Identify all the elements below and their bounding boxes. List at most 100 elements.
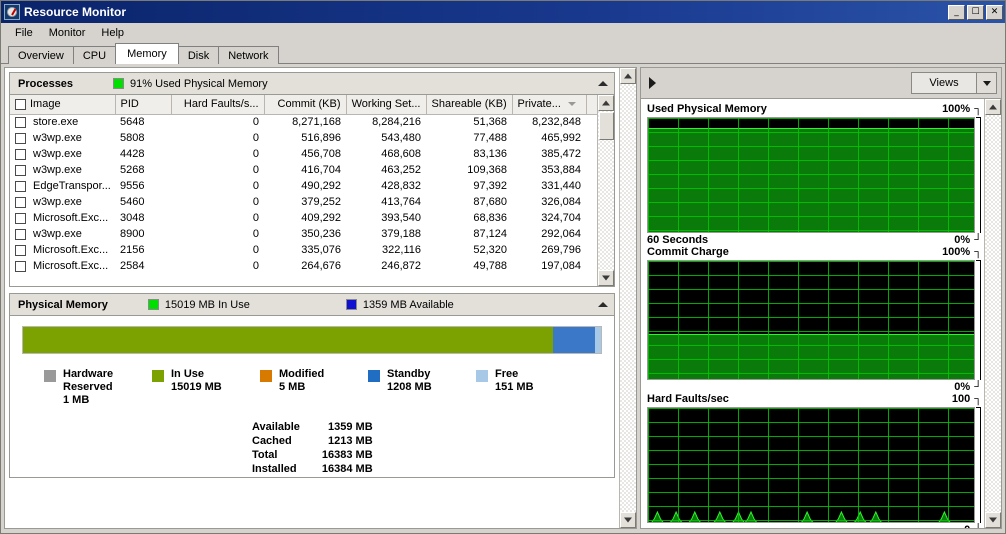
chevron-down-icon[interactable] xyxy=(976,73,996,93)
graph-title: Used Physical Memory xyxy=(647,103,767,115)
row-checkbox[interactable] xyxy=(15,164,26,176)
cell-shareable: 49,788 xyxy=(473,260,507,272)
processes-legend: 91% Used Physical Memory xyxy=(113,78,268,90)
views-bar: Views xyxy=(641,68,1001,99)
left-scroll-down-button[interactable] xyxy=(620,512,636,528)
cell-commit: 409,292 xyxy=(301,212,341,224)
processes-scroll-thumb[interactable] xyxy=(598,112,614,140)
tab-cpu[interactable]: CPU xyxy=(72,46,117,64)
row-checkbox[interactable] xyxy=(15,196,26,208)
table-row[interactable]: EdgeTranspor... 9556 0 490,292 428,832 97,392… xyxy=(10,178,597,194)
row-checkbox[interactable] xyxy=(15,148,26,160)
cell-filler xyxy=(586,178,597,194)
column-header-shareable[interactable]: Shareable (KB) xyxy=(426,95,513,115)
views-button[interactable]: Views xyxy=(911,72,997,94)
maximize-icon: ☐ xyxy=(971,6,980,17)
graphs-vertical-scrollbar[interactable] xyxy=(984,99,1001,528)
graph-plot-row xyxy=(647,260,982,380)
physical-memory-legend-available: 1359 MB Available xyxy=(345,299,454,311)
row-checkbox[interactable] xyxy=(15,260,26,272)
cell-private: 324,704 xyxy=(541,212,581,224)
physical-memory-group-header[interactable]: Physical Memory 15019 MB In Use 1359 MB … xyxy=(10,294,614,316)
memory-bar-segment-free xyxy=(595,327,601,353)
menu-item-file[interactable]: File xyxy=(7,25,41,41)
close-icon: ✕ xyxy=(990,6,999,17)
expand-right-triangle-icon[interactable] xyxy=(649,77,656,89)
table-row[interactable]: w3wp.exe 8900 0 350,236 379,188 87,124 292,064 xyxy=(10,226,597,242)
table-row[interactable]: store.exe 5648 0 8,271,168 8,284,216 51,368 8,… xyxy=(10,114,597,130)
processes-collapse-icon[interactable] xyxy=(598,81,608,86)
column-header-private[interactable]: Private... xyxy=(512,95,587,115)
cell-image-label: w3wp.exe xyxy=(33,148,82,160)
column-header-commit[interactable]: Commit (KB) xyxy=(264,95,347,115)
table-row[interactable]: Microsoft.Exc... 3048 0 409,292 393,540 68,83… xyxy=(10,210,597,226)
tab-memory[interactable]: Memory xyxy=(115,43,179,64)
minimize-icon: _ xyxy=(954,6,959,17)
graphs-scroll-down-button[interactable] xyxy=(985,512,1001,528)
row-checkbox[interactable] xyxy=(15,212,26,224)
row-checkbox[interactable] xyxy=(15,132,26,144)
table-row[interactable]: Microsoft.Exc... 2156 0 335,076 322,116 52,32… xyxy=(10,242,597,258)
table-row[interactable]: w3wp.exe 4428 0 456,708 468,608 83,136 385,472 xyxy=(10,146,597,162)
menu-item-help[interactable]: Help xyxy=(93,25,132,41)
legend-category-name: Free xyxy=(495,368,519,380)
cell-image: Microsoft.Exc... xyxy=(10,242,115,258)
graph-min-label: 0% xyxy=(954,381,971,393)
physical-memory-collapse-icon[interactable] xyxy=(598,302,608,307)
table-row[interactable]: w3wp.exe 5460 0 379,252 413,764 87,680 326,084 xyxy=(10,194,597,210)
column-header-image[interactable]: Image xyxy=(10,95,116,115)
cell-image-label: EdgeTranspor... xyxy=(33,180,111,192)
column-header-pid[interactable]: PID xyxy=(115,95,172,115)
views-button-label: Views xyxy=(929,77,959,89)
minimize-button[interactable]: _ xyxy=(948,4,965,20)
cell-shareable: 51,368 xyxy=(473,116,507,129)
row-checkbox[interactable] xyxy=(15,116,26,128)
graphs-scroll-up-button[interactable] xyxy=(985,99,1001,115)
cell-working-set: 393,540 xyxy=(381,212,421,224)
cell-working-set: 428,832 xyxy=(381,180,421,192)
tab-network[interactable]: Network xyxy=(218,46,279,64)
graph-max-tick: ┐ xyxy=(974,393,982,405)
graph-max-tick: ┐ xyxy=(974,103,982,115)
processes-scroll-up-button[interactable] xyxy=(598,95,614,111)
row-checkbox[interactable] xyxy=(15,228,26,240)
graph-plot xyxy=(647,117,975,233)
processes-vertical-scrollbar[interactable] xyxy=(597,95,614,286)
column-header-working-set[interactable]: Working Set... xyxy=(346,95,427,115)
graph-3: Hard Faults/sec100┐0┘ xyxy=(647,393,982,528)
left-scroll-up-button[interactable] xyxy=(620,68,636,84)
maximize-button[interactable]: ☐ xyxy=(967,4,984,20)
select-all-checkbox[interactable] xyxy=(15,98,26,110)
table-row[interactable]: Microsoft.Exc... 2584 0 264,676 246,872 49,78… xyxy=(10,258,597,274)
processes-title: Processes xyxy=(18,77,74,90)
row-checkbox[interactable] xyxy=(15,180,26,192)
legend-text: Hardware Reserved 1 MB xyxy=(63,368,152,407)
legend-swatch xyxy=(368,370,380,382)
cell-commit: 416,704 xyxy=(301,164,341,176)
table-row[interactable]: w3wp.exe 5808 0 516,896 543,480 77,488 465,992 xyxy=(10,130,597,146)
window-controls: _ ☐ ✕ xyxy=(948,4,1003,20)
row-checkbox[interactable] xyxy=(15,244,26,256)
memory-stat-row: Available 1359 MB xyxy=(252,421,373,435)
cell-private: 331,440 xyxy=(541,180,581,192)
cell-private: 465,992 xyxy=(541,132,581,144)
tab-overview[interactable]: Overview xyxy=(8,46,74,64)
cell-image: w3wp.exe xyxy=(10,146,115,162)
menu-item-monitor[interactable]: Monitor xyxy=(41,25,94,41)
table-row[interactable]: w3wp.exe 5268 0 416,704 463,252 109,368 353,88… xyxy=(10,162,597,178)
processes-header-row: Image PID Hard Faults/s... Commit (KB) W… xyxy=(10,95,597,115)
cell-pid: 5648 xyxy=(120,116,145,129)
processes-scroll-down-button[interactable] xyxy=(598,270,614,286)
graph-max-tick: ┐ xyxy=(974,246,982,258)
cell-filler xyxy=(586,258,597,274)
cell-filler xyxy=(586,162,597,178)
legend-category-name: Hardware Reserved xyxy=(63,368,114,393)
processes-group-header[interactable]: Processes 91% Used Physical Memory xyxy=(10,73,614,95)
cell-hard-faults: 0 xyxy=(252,148,259,160)
column-header-hard-faults[interactable]: Hard Faults/s... xyxy=(171,95,265,115)
column-header-filler xyxy=(586,95,597,115)
cell-pid: 8900 xyxy=(120,228,145,240)
left-panel-scrollbar[interactable] xyxy=(619,68,636,528)
close-button[interactable]: ✕ xyxy=(986,4,1003,20)
tab-disk[interactable]: Disk xyxy=(177,46,220,64)
